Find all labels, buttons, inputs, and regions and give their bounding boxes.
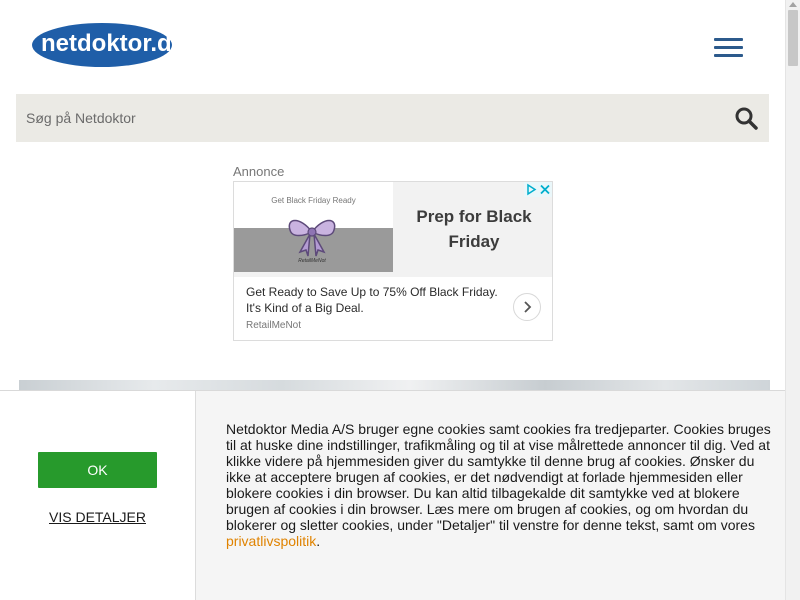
close-icon[interactable] xyxy=(538,182,552,197)
ok-button[interactable]: OK xyxy=(38,452,157,488)
netdoktor-logo[interactable]: netdoktor.dk xyxy=(32,20,202,68)
adchoices-icon[interactable] xyxy=(524,182,538,197)
logo-graphic: netdoktor.dk xyxy=(32,23,186,67)
privacy-policy-link[interactable]: privatlivspolitik xyxy=(226,533,316,549)
scroll-up-arrow-icon[interactable] xyxy=(789,2,797,7)
ad-source: RetailMeNot xyxy=(246,320,302,331)
scroll-thumb[interactable] xyxy=(788,10,798,66)
menu-line xyxy=(714,46,743,49)
hamburger-menu-icon[interactable] xyxy=(714,38,744,58)
page: netdoktor.dk Annonce Get Black Friday Re… xyxy=(0,0,800,600)
chevron-right-icon[interactable] xyxy=(513,293,541,321)
cookie-banner: OK VIS DETALJER Netdoktor Media A/S brug… xyxy=(0,390,785,600)
cookie-text-end: . xyxy=(316,533,321,549)
ad-badges xyxy=(524,182,552,197)
advertisement[interactable]: Get Black Friday Ready RetailMeNot Prep … xyxy=(233,181,553,341)
ad-top-panel: Get Black Friday Ready RetailMeNot Prep … xyxy=(234,182,552,277)
ad-label: Annonce xyxy=(233,164,285,179)
cookie-actions: OK VIS DETALJER xyxy=(0,391,196,600)
menu-line xyxy=(714,38,743,41)
ad-image-caption: Get Black Friday Ready xyxy=(271,196,356,205)
ad-image[interactable]: Get Black Friday Ready RetailMeNot xyxy=(234,182,393,272)
search-bar xyxy=(16,94,769,142)
cookie-text: Netdoktor Media A/S bruger egne cookies … xyxy=(226,421,774,549)
gift-bow-icon: RetailMeNot xyxy=(288,219,336,264)
cookie-text-body: Netdoktor Media A/S bruger egne cookies … xyxy=(226,421,771,533)
search-input[interactable] xyxy=(26,94,706,142)
ad-headline[interactable]: Prep for Black Friday xyxy=(400,204,548,254)
ad-image-logo: RetailMeNot xyxy=(298,258,326,264)
scrollbar[interactable] xyxy=(785,0,800,600)
ad-body-text[interactable]: Get Ready to Save Up to 75% Off Black Fr… xyxy=(246,284,506,316)
logo-text: netdoktor.dk xyxy=(41,30,186,57)
show-details-link[interactable]: VIS DETALJER xyxy=(40,509,155,525)
search-icon[interactable] xyxy=(734,106,760,132)
menu-line xyxy=(714,54,743,57)
